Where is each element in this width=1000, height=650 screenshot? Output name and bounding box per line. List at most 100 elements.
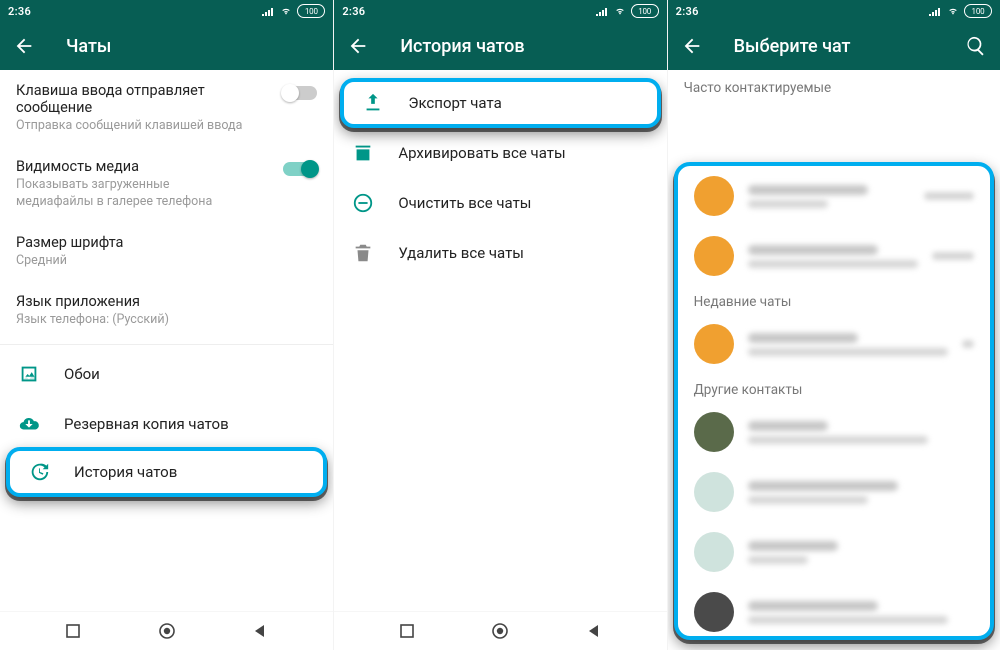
- back-button[interactable]: [674, 28, 710, 64]
- setting-sub: Средний: [16, 253, 246, 269]
- nav-home-button[interactable]: [480, 619, 520, 643]
- signal-icon: [595, 6, 609, 16]
- battery-icon: 100: [631, 4, 659, 18]
- toggle-switch[interactable]: [283, 86, 317, 100]
- action-clear-all[interactable]: Очистить все чаты: [334, 178, 666, 228]
- action-label: Очистить все чаты: [398, 194, 531, 212]
- setting-media-visibility[interactable]: Видимость медиа Показывать загруженные м…: [0, 146, 333, 222]
- archive-icon: [352, 142, 374, 164]
- action-label: Архивировать все чаты: [398, 144, 565, 162]
- wifi-icon: [279, 6, 293, 16]
- divider: [0, 344, 333, 345]
- search-button[interactable]: [958, 28, 994, 64]
- blurred-meta: [932, 252, 974, 260]
- image-icon: [18, 363, 40, 385]
- action-export-chat[interactable]: Экспорт чата: [344, 82, 656, 124]
- setting-enter-sends[interactable]: Клавиша ввода отправляет сообщение Отпра…: [0, 70, 333, 146]
- avatar: [694, 324, 734, 364]
- nav-bar: [0, 611, 333, 650]
- chat-row[interactable]: [678, 166, 990, 226]
- contact-row[interactable]: [678, 402, 990, 462]
- section-recent: Недавние чаты: [678, 286, 990, 314]
- blurred-text: [748, 541, 974, 564]
- blurred-text: [748, 185, 910, 208]
- nav-bar: [334, 611, 666, 650]
- avatar: [694, 532, 734, 572]
- select-chat-body: Часто контактируемые: [668, 70, 1000, 650]
- setting-label: Клавиша ввода отправляет сообщение: [16, 82, 275, 116]
- status-time: 2:36: [342, 5, 365, 18]
- app-bar: Выберите чат: [668, 22, 1000, 70]
- screen-chats-settings: 2:36 100 Чаты Клавиша ввода отправл: [0, 0, 333, 650]
- avatar: [694, 236, 734, 276]
- setting-label: Обои: [64, 365, 100, 383]
- nav-back-button[interactable]: [240, 619, 280, 643]
- avatar: [694, 176, 734, 216]
- appbar-title: Чаты: [60, 36, 111, 57]
- setting-label: Язык приложения: [16, 293, 317, 310]
- setting-label: История чатов: [74, 463, 177, 481]
- contact-row[interactable]: [678, 462, 990, 522]
- setting-sub: Отправка сообщений клавишей ввода: [16, 118, 246, 134]
- setting-backup[interactable]: Резервная копия чатов: [0, 399, 333, 449]
- action-delete-all[interactable]: Удалить все чаты: [334, 228, 666, 278]
- blurred-text: [748, 333, 948, 356]
- highlight-box: История чатов: [6, 447, 327, 497]
- toggle-switch[interactable]: [283, 162, 317, 176]
- blurred-text: [748, 481, 974, 504]
- setting-label: Видимость медиа: [16, 158, 275, 175]
- status-bar: 2:36 100: [0, 0, 333, 22]
- setting-wallpaper[interactable]: Обои: [0, 349, 333, 399]
- app-bar: История чатов: [334, 22, 666, 70]
- blurred-meta: [924, 192, 974, 200]
- minus-circle-icon: [352, 192, 374, 214]
- action-archive-all[interactable]: Архивировать все чаты: [334, 128, 666, 178]
- section-frequent: Часто контактируемые: [668, 70, 1000, 100]
- history-body: Экспорт чата Архивировать все чаты Очист…: [334, 70, 666, 611]
- chat-row[interactable]: [678, 314, 990, 374]
- setting-label: Размер шрифта: [16, 234, 317, 251]
- signal-icon: [928, 6, 942, 16]
- settings-body: Клавиша ввода отправляет сообщение Отпра…: [0, 70, 333, 611]
- chat-row[interactable]: [678, 226, 990, 286]
- blurred-text: [748, 245, 918, 268]
- screen-chat-history: 2:36 100 История чатов Экспорт чата: [333, 0, 666, 650]
- nav-recents-button[interactable]: [387, 619, 427, 643]
- appbar-title: Выберите чат: [728, 36, 851, 57]
- setting-app-language[interactable]: Язык приложения Язык телефона: (Русский): [0, 281, 333, 340]
- nav-home-button[interactable]: [147, 619, 187, 643]
- back-button[interactable]: [6, 28, 42, 64]
- highlight-box: Экспорт чата: [340, 78, 660, 128]
- status-time: 2:36: [8, 5, 31, 18]
- battery-icon: 100: [964, 4, 992, 18]
- wifi-icon: [946, 6, 960, 16]
- setting-font-size[interactable]: Размер шрифта Средний: [0, 222, 333, 281]
- contact-row[interactable]: [678, 582, 990, 636]
- highlight-panel: Недавние чаты Другие контакты: [674, 162, 994, 640]
- contact-row[interactable]: [678, 522, 990, 582]
- setting-chat-history[interactable]: История чатов: [10, 451, 323, 493]
- status-bar: 2:36 100: [668, 0, 1000, 22]
- app-bar: Чаты: [0, 22, 333, 70]
- blurred-text: [748, 601, 974, 624]
- avatar: [694, 592, 734, 632]
- nav-back-button[interactable]: [574, 619, 614, 643]
- blurred-text: [748, 421, 974, 444]
- setting-sub: Язык телефона: (Русский): [16, 312, 246, 328]
- setting-label: Резервная копия чатов: [64, 415, 229, 433]
- action-label: Удалить все чаты: [398, 244, 524, 262]
- status-bar: 2:36 100: [334, 0, 666, 22]
- screen-select-chat: 2:36 100 Выберите чат Часто контактируем…: [667, 0, 1000, 650]
- appbar-title: История чатов: [394, 36, 524, 57]
- signal-icon: [261, 6, 275, 16]
- nav-recents-button[interactable]: [53, 619, 93, 643]
- blurred-meta: [962, 340, 974, 348]
- status-time: 2:36: [676, 5, 699, 18]
- battery-icon: 100: [297, 4, 325, 18]
- avatar: [694, 472, 734, 512]
- back-button[interactable]: [340, 28, 376, 64]
- export-icon: [362, 92, 384, 114]
- avatar: [694, 412, 734, 452]
- history-icon: [28, 461, 50, 483]
- trash-icon: [352, 242, 374, 264]
